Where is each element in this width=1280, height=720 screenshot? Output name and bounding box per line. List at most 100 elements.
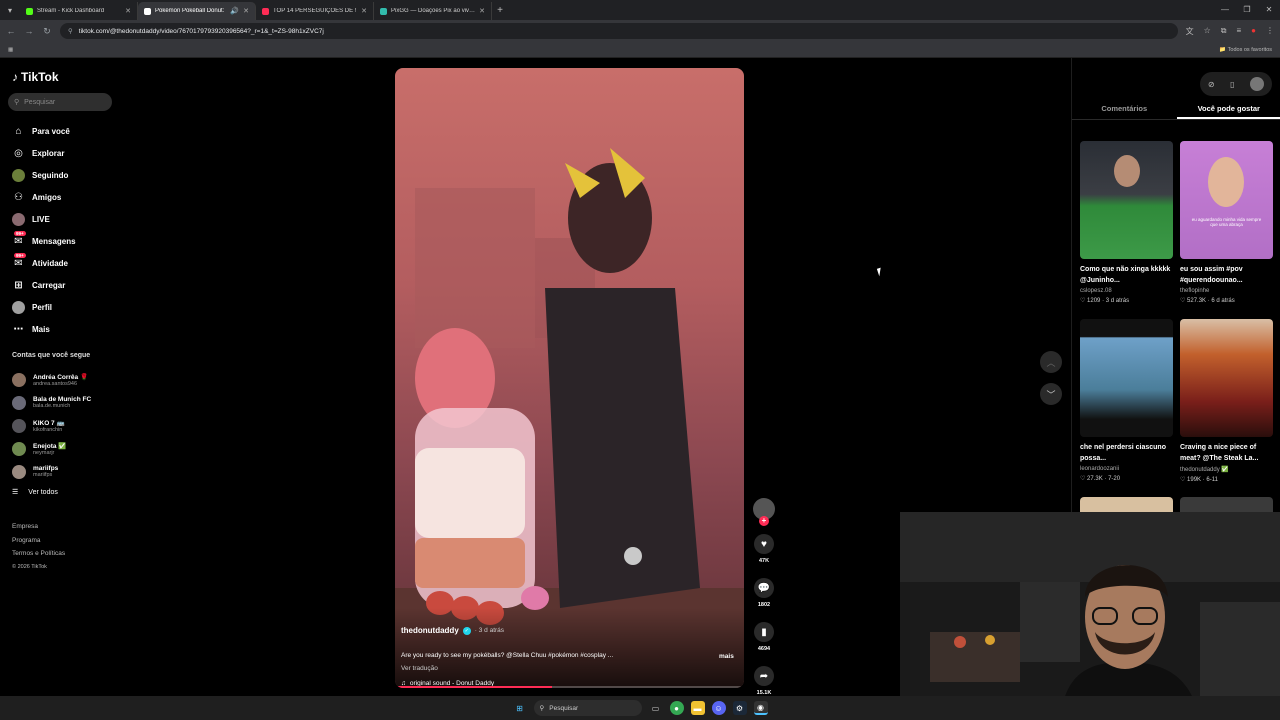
menu-kebab-icon[interactable]: ⋮ bbox=[1266, 26, 1274, 37]
steam-icon[interactable]: ⚙ bbox=[732, 701, 747, 715]
video-author[interactable]: thedonutdaddy ✓ · 3 d atrás bbox=[401, 626, 504, 635]
maximize-icon[interactable]: ❐ bbox=[1236, 0, 1258, 20]
task-view-icon[interactable]: ▭ bbox=[649, 701, 663, 715]
search-input[interactable]: ⚲ Pesquisar bbox=[8, 93, 112, 111]
nav-item-amigos[interactable]: ⚇ Amigos bbox=[12, 186, 116, 208]
all-bookmarks-link[interactable]: 📁 Todos os favoritos bbox=[1219, 47, 1272, 53]
speaker-icon[interactable]: 🔊 bbox=[230, 7, 239, 15]
share-arrow-icon[interactable]: ➦ bbox=[754, 666, 774, 686]
save-action[interactable]: ▮ 4694 bbox=[750, 622, 778, 652]
next-video-button[interactable]: ﹀ bbox=[1040, 383, 1062, 405]
translate-icon[interactable]: 文 bbox=[1186, 26, 1194, 37]
phone-icon[interactable]: ▯ bbox=[1230, 80, 1234, 89]
close-tab-icon[interactable]: ✕ bbox=[243, 7, 249, 15]
video-player[interactable]: thedonutdaddy ✓ · 3 d atrás Are you read… bbox=[395, 68, 744, 688]
tab-comentarios[interactable]: Comentários bbox=[1072, 98, 1177, 119]
following-account[interactable]: Enejota ✅ neymarjr bbox=[12, 437, 116, 460]
comment-action[interactable]: 💬 1802 bbox=[750, 578, 778, 608]
like-action[interactable]: ♥ 47K bbox=[750, 534, 778, 564]
previous-video-button[interactable]: ︿ bbox=[1040, 351, 1062, 373]
video-thumbnail[interactable] bbox=[1080, 141, 1173, 259]
minimize-icon[interactable]: — bbox=[1214, 0, 1236, 20]
recommended-video-card[interactable]: Como que não xinga kkkkk @Juninho... csl… bbox=[1080, 141, 1173, 304]
recommended-video-card[interactable]: Craving a nice piece of meat? @The Steak… bbox=[1180, 319, 1273, 483]
nav-item-carregar[interactable]: ⊞ Carregar bbox=[12, 274, 116, 296]
video-thumbnail[interactable]: eu aguardando minha vida sempre que uma … bbox=[1180, 141, 1273, 259]
user-avatar[interactable] bbox=[1250, 77, 1265, 91]
account-name: Bala de Munich FC bbox=[33, 396, 92, 403]
footer-link-programa[interactable]: Programa bbox=[12, 534, 65, 548]
browser-tab-active[interactable]: Pokémon Pokéball Donut: 🔊 ✕ bbox=[138, 2, 256, 20]
nav-item-atividade[interactable]: ✉ 99+ Atividade bbox=[12, 252, 116, 274]
browser-tab[interactable]: TOP 14 PERSEGUIÇÕES DE ! ✕ bbox=[256, 2, 374, 20]
nav-item-seguindo[interactable]: Seguindo bbox=[12, 164, 116, 186]
footer-link-termos[interactable]: Termos e Políticas bbox=[12, 547, 65, 561]
obs-icon[interactable]: ◉ bbox=[753, 701, 768, 715]
bookmark-icon[interactable]: ▮ bbox=[754, 622, 774, 642]
nav-item-mais[interactable]: ⋯ Mais bbox=[12, 318, 116, 340]
following-account[interactable]: mariifps mariifps bbox=[12, 460, 116, 483]
nav-item-explorar[interactable]: ◎ Explorar bbox=[12, 142, 116, 164]
comment-icon[interactable]: 💬 bbox=[754, 578, 774, 598]
tiktok-logo[interactable]: ♪ TikTok bbox=[12, 70, 59, 84]
tab-voce-pode-gostar[interactable]: Você pode gostar bbox=[1176, 98, 1280, 119]
search-placeholder: Pesquisar bbox=[24, 98, 56, 106]
footer-link-empresa[interactable]: Empresa bbox=[12, 520, 65, 534]
footer-links: Empresa Programa Termos e Políticas © 20… bbox=[12, 520, 65, 574]
apps-grid-icon[interactable]: ▦ bbox=[8, 47, 13, 53]
bookmark-star-icon[interactable]: ☆ bbox=[1204, 26, 1211, 37]
close-window-icon[interactable]: ✕ bbox=[1258, 0, 1280, 20]
card-time: 6 d atrás bbox=[1211, 298, 1235, 304]
avatar bbox=[12, 418, 26, 433]
windows-start-icon[interactable]: ⊞ bbox=[513, 701, 527, 715]
nav-item-para-voce[interactable]: ⌂ Para você bbox=[12, 120, 116, 142]
recommended-video-card[interactable]: eu aguardando minha vida sempre que uma … bbox=[1180, 141, 1273, 304]
creator-avatar[interactable]: + bbox=[753, 498, 775, 526]
extensions-icon[interactable]: ⧉ bbox=[1221, 26, 1227, 37]
following-account[interactable]: Andréa Corrêa 🌹 andrea.santos946 bbox=[12, 368, 116, 391]
close-tab-icon[interactable]: ✕ bbox=[125, 7, 131, 15]
browser-tab[interactable]: Stream - Kick Dashboard ✕ bbox=[20, 2, 138, 20]
following-account[interactable]: KIKO 7 🚌 kikofranchin bbox=[12, 414, 116, 437]
chrome-icon[interactable]: ● bbox=[669, 701, 684, 715]
url-field[interactable]: ⚲ tiktok.com/@thedonutdaddy/video/767017… bbox=[60, 23, 1178, 39]
discord-icon[interactable]: ☺ bbox=[711, 701, 726, 715]
profile-avatar-icon[interactable]: ● bbox=[1251, 26, 1256, 37]
video-caption: Are you ready to see my pokéballs? @Stel… bbox=[401, 652, 614, 659]
nav-item-live[interactable]: LIVE bbox=[12, 208, 116, 230]
recommended-video-card[interactable]: che nel perdersi ciascuno possa... leona… bbox=[1080, 319, 1173, 482]
no-entry-icon[interactable]: ⊘ bbox=[1208, 80, 1215, 89]
nav-item-mensagens[interactable]: ✉ 99+ Mensagens bbox=[12, 230, 116, 252]
site-info-icon[interactable]: ⚲ bbox=[68, 27, 73, 35]
video-thumbnail[interactable] bbox=[1080, 319, 1173, 437]
video-progress-bar[interactable] bbox=[395, 686, 744, 688]
close-tab-icon[interactable]: ✕ bbox=[479, 7, 485, 15]
back-icon[interactable]: ← bbox=[6, 26, 16, 36]
chevron-down-icon: ﹀ bbox=[1046, 389, 1056, 400]
see-translation-link[interactable]: Ver tradução bbox=[401, 665, 438, 672]
close-tab-icon[interactable]: ✕ bbox=[361, 7, 367, 15]
share-action[interactable]: ➦ 15.1K bbox=[750, 666, 778, 696]
taskbar-search[interactable]: ⚲ Pesquisar bbox=[533, 700, 642, 716]
tab-search-icon[interactable]: ▾ bbox=[0, 0, 20, 20]
media-icon[interactable]: ≡ bbox=[1236, 26, 1241, 37]
caption-more-button[interactable]: mais bbox=[719, 653, 734, 660]
heart-icon[interactable]: ♥ bbox=[754, 534, 774, 554]
forward-icon[interactable]: → bbox=[24, 26, 34, 36]
friends-icon: ⚇ bbox=[14, 191, 23, 203]
video-thumbnail[interactable] bbox=[1180, 319, 1273, 437]
following-account[interactable]: Bala de Munich FC bala.de.munich bbox=[12, 391, 116, 414]
video-progress-fill bbox=[395, 686, 553, 688]
browser-tab-bar: ▾ Stream - Kick Dashboard ✕ Pokémon Poké… bbox=[0, 0, 1280, 20]
nav-label: Mais bbox=[32, 324, 50, 334]
file-explorer-icon[interactable]: ▬ bbox=[690, 701, 705, 715]
card-author: cslopesz.08 bbox=[1080, 288, 1112, 294]
nav-item-perfil[interactable]: Perfil bbox=[12, 296, 116, 318]
reload-icon[interactable]: ↻ bbox=[42, 26, 52, 37]
follow-plus-icon[interactable]: + bbox=[759, 516, 769, 526]
see-all-link[interactable]: ☰ Ver todos bbox=[12, 488, 58, 497]
card-author: thedonutdaddy ✅ bbox=[1180, 467, 1229, 473]
new-tab-button[interactable]: + bbox=[492, 5, 508, 16]
video-frame bbox=[395, 148, 744, 688]
browser-tab[interactable]: PixGG — Doações Pix ao vivo p ✕ bbox=[374, 2, 492, 20]
